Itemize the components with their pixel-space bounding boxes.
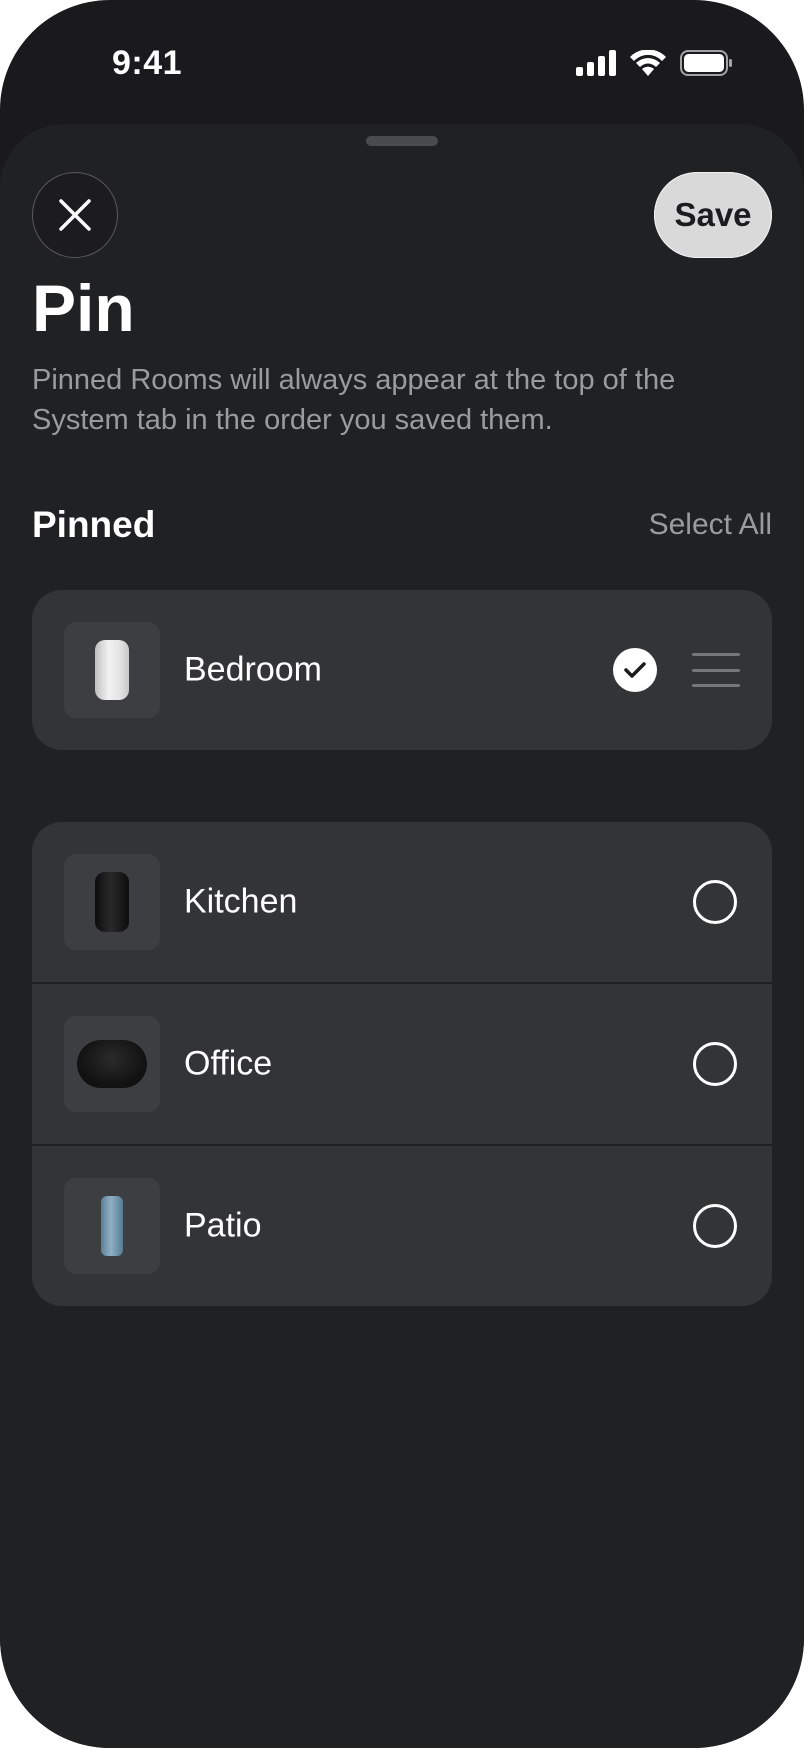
speaker-thumbnail xyxy=(64,622,160,718)
unselected-radio[interactable] xyxy=(693,1042,737,1086)
selected-checkbox[interactable] xyxy=(613,648,657,692)
blue-portable-speaker-image xyxy=(101,1196,123,1256)
unselected-radio[interactable] xyxy=(693,1204,737,1248)
room-row-kitchen[interactable]: Kitchen xyxy=(32,822,772,982)
close-button[interactable] xyxy=(32,172,118,258)
select-all-button[interactable]: Select All xyxy=(649,508,772,542)
wifi-icon xyxy=(630,50,666,76)
cellular-signal-icon xyxy=(576,50,616,76)
page-description: Pinned Rooms will always appear at the t… xyxy=(32,364,676,436)
page-title: Pin xyxy=(32,271,135,345)
save-button[interactable]: Save xyxy=(654,172,772,258)
drag-handle-icon[interactable] xyxy=(692,653,740,687)
battery-icon xyxy=(680,50,732,76)
section-title: Pinned xyxy=(32,504,156,545)
sheet-grabber[interactable] xyxy=(366,136,438,146)
phone-screen: 9:41 Save Pin Pinned Rooms will always a… xyxy=(0,0,804,1748)
checkmark-icon xyxy=(624,662,646,678)
speaker-thumbnail xyxy=(64,1016,160,1112)
status-bar: 9:41 xyxy=(0,0,804,120)
room-name: Bedroom xyxy=(184,650,322,689)
white-speaker-image xyxy=(95,640,129,700)
room-row-bedroom[interactable]: Bedroom xyxy=(32,590,772,750)
black-speaker-image xyxy=(95,872,129,932)
unselected-radio[interactable] xyxy=(693,880,737,924)
pinned-rooms-card: Bedroom xyxy=(32,590,772,750)
speaker-thumbnail xyxy=(64,854,160,950)
pinned-section-header: Pinned Select All xyxy=(32,504,772,546)
room-name: Kitchen xyxy=(184,882,298,921)
room-name: Patio xyxy=(184,1206,262,1245)
close-icon xyxy=(59,199,91,231)
status-time: 9:41 xyxy=(112,44,183,82)
room-row-office[interactable]: Office xyxy=(32,982,772,1144)
room-name: Office xyxy=(184,1044,273,1083)
unpinned-rooms-card: Kitchen Office Patio xyxy=(32,822,772,1306)
status-icons xyxy=(576,50,734,76)
black-wide-speaker-image xyxy=(77,1040,147,1088)
pin-sheet: Save Pin Pinned Rooms will always appear… xyxy=(0,124,804,1748)
speaker-thumbnail xyxy=(64,1178,160,1274)
room-row-patio[interactable]: Patio xyxy=(32,1144,772,1306)
